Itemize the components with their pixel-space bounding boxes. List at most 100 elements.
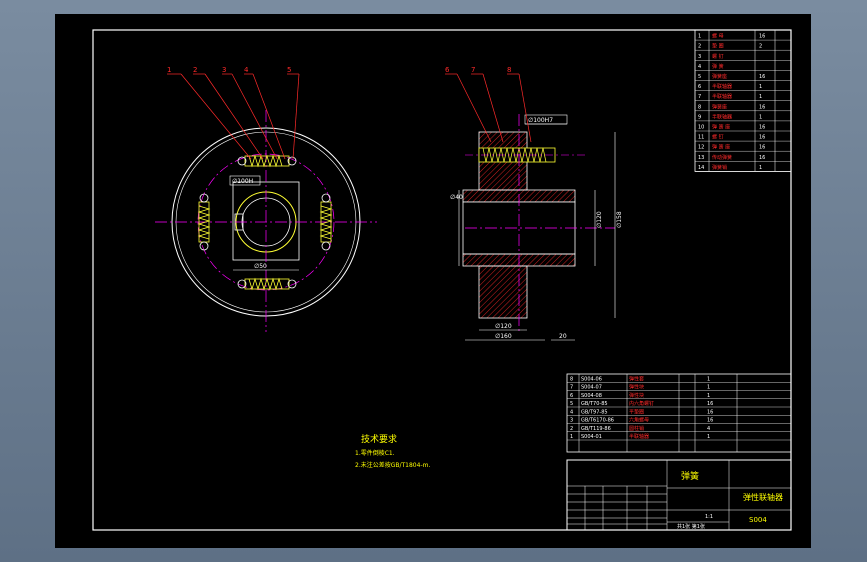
parts-top-cell: 半联轴器: [712, 113, 732, 120]
parts-top-cell: 13: [698, 155, 704, 161]
parts-top-cell: 16: [759, 155, 765, 161]
parts-bottom-cell: GB/T70-85: [581, 401, 608, 407]
parts-bottom-cell: 16: [707, 401, 713, 407]
tech-req-item-2: 2.未注公差按GB/T1804-m.: [355, 461, 430, 469]
section-view: ∅100H7 ∅40 ∅120 ∅158 ∅120 ∅160 20 6 7 8: [445, 66, 623, 341]
parts-top-cell: 16: [759, 145, 765, 151]
parts-bottom-cell: 1: [707, 385, 710, 391]
title-part-name: 弹簧: [681, 470, 699, 482]
parts-top-cell: 6: [698, 84, 701, 90]
dim-bottom-a: ∅120: [495, 323, 512, 330]
parts-top-cell: 16: [759, 34, 765, 40]
parts-top-cell: 弹簧座: [712, 73, 727, 80]
parts-bottom-cell: 内六角螺钉: [629, 400, 654, 407]
parts-top-cell: 11: [698, 135, 704, 141]
title-scale: 1:1: [705, 514, 713, 520]
dim-bottom-c: 20: [559, 333, 567, 340]
parts-top-cell: 16: [759, 135, 765, 141]
cad-viewport[interactable]: ∅100H ∅50 12345 ∅100H7 ∅40 ∅120 ∅158 ∅12…: [0, 0, 867, 562]
parts-bottom-cell: GB/T119-86: [581, 426, 611, 432]
parts-top-cell: 弹 簧 座: [712, 144, 730, 151]
leaders-left: [167, 73, 300, 160]
parts-bottom-cell: S004-01: [581, 434, 602, 440]
parts-bottom-index: 5: [570, 401, 573, 407]
title-block: 弹簧 弹性联轴器 S004 1:1 共1张 第1张: [566, 459, 792, 531]
callout-1: 1: [167, 66, 171, 74]
parts-bottom-index: 6: [570, 393, 573, 399]
dim-width: ∅50: [254, 263, 267, 270]
parts-top-cell: 1: [698, 34, 701, 40]
parts-top-cell: 1: [759, 114, 762, 120]
parts-top-cell: 8: [698, 104, 701, 110]
parts-bottom-cell: 16: [707, 418, 713, 424]
parts-bottom-cell: 1: [707, 434, 710, 440]
parts-top-cell: 弹簧座: [712, 103, 727, 110]
parts-bottom-cell: 平垫圈: [629, 408, 644, 415]
parts-top-cell: 7: [698, 94, 701, 100]
parts-bottom-cell: 弹性块: [629, 392, 644, 399]
callouts-left: 1 2 3 4 5: [167, 66, 291, 74]
drawing-canvas[interactable]: ∅100H ∅50 12345 ∅100H7 ∅40 ∅120 ∅158 ∅12…: [55, 14, 811, 548]
spring-top: [237, 154, 297, 168]
parts-bottom-index: 2: [570, 426, 573, 432]
end-view: ∅100H ∅50 1 2 3 4 5: [155, 66, 377, 332]
parts-list-top: 1 螺 母 16 2 垫 圈 2 3 螺 钉 4 弹 簧 5 弹簧座 16 6 半联轴器 1 7 半联轴器 1 8 弹簧…: [694, 29, 792, 172]
parts-bottom-cell: GB/T6170-86: [581, 418, 614, 424]
tech-req-item-1: 1.零件倒棱C1.: [355, 449, 395, 457]
parts-bottom-cell: 弹性套: [629, 375, 644, 382]
parts-bottom-cell: 4: [707, 426, 710, 432]
tech-requirements: 技术要求 1.零件倒棱C1. 2.未注公差按GB/T1804-m.: [355, 433, 430, 469]
parts-bottom-cell: S004-06: [581, 376, 602, 382]
parts-top-cell: 传动弹簧: [712, 154, 732, 161]
parts-top-cell: 2: [698, 44, 701, 50]
parts-top-cell: 5: [698, 74, 701, 80]
parts-top-cell: 弹 簧: [712, 63, 724, 70]
callout-4: 4: [244, 66, 249, 74]
engineering-drawing: ∅100H ∅50 12345 ∅100H7 ∅40 ∅120 ∅158 ∅12…: [92, 29, 792, 531]
parts-top-cell: 12: [698, 145, 704, 151]
parts-top-cell: 2: [759, 44, 762, 50]
parts-bottom-cell: 弹性块: [629, 384, 644, 391]
dim-bottom-b: ∅160: [495, 333, 512, 340]
title-drawing-name: 弹性联轴器: [743, 492, 783, 502]
title-sheet: 共1张 第1张: [677, 523, 705, 530]
parts-top-cell: 16: [759, 104, 765, 110]
parts-bottom-cell: 1: [707, 393, 710, 399]
parts-top-cell: 螺 母: [712, 33, 724, 40]
dim-bore: ∅100H: [232, 178, 253, 185]
parts-top-cell: 1: [759, 94, 762, 100]
parts-top-cell: 4: [698, 64, 701, 70]
parts-bottom-cell: S004-08: [581, 393, 602, 399]
dim-top: ∅100H7: [528, 117, 553, 124]
callout-2: 2: [193, 66, 197, 74]
parts-bottom-cell: GB/T97-85: [581, 409, 608, 415]
parts-bottom-index: 4: [570, 409, 573, 415]
parts-top-cell: 螺 钉: [712, 53, 724, 60]
title-drawing-no: S004: [749, 516, 767, 524]
parts-bottom-cell: 六角螺母: [629, 417, 649, 424]
parts-top-cell: 3: [698, 54, 701, 60]
callout-3: 3: [222, 66, 226, 74]
dim-left: ∅40: [450, 194, 463, 201]
parts-top-cell: 9: [698, 114, 701, 120]
parts-top-cell: 16: [759, 74, 765, 80]
parts-top-cell: 弹 簧 座: [712, 124, 730, 131]
parts-top-cell: 半联轴器: [712, 93, 732, 100]
callouts-section: 6 7 8: [445, 66, 511, 74]
callout-7: 7: [471, 66, 475, 74]
dim-right-a: ∅120: [596, 211, 603, 228]
parts-top-cell: 弹簧销: [712, 164, 727, 171]
parts-bottom-index: 3: [570, 418, 573, 424]
parts-list-bottom: 8 S004-06 弹性套 17 S004-07 弹性块 16 S004-08 弹性块 15 GB/…: [566, 373, 792, 453]
parts-top-cell: 10: [698, 125, 704, 131]
drawing-border: [92, 29, 792, 531]
tech-req-title: 技术要求: [361, 433, 397, 445]
lower-hub: [478, 265, 528, 319]
parts-top-cell: 半联轴器: [712, 83, 732, 90]
parts-bottom-cell: 半联轴器: [629, 433, 649, 440]
parts-top-cell: 1: [759, 165, 762, 171]
parts-bottom-index: 1: [570, 434, 573, 440]
parts-bottom-cell: S004-07: [581, 385, 602, 391]
parts-top-cell: 垫 圈: [712, 43, 724, 50]
parts-top-cell: 螺 钉: [712, 134, 724, 141]
